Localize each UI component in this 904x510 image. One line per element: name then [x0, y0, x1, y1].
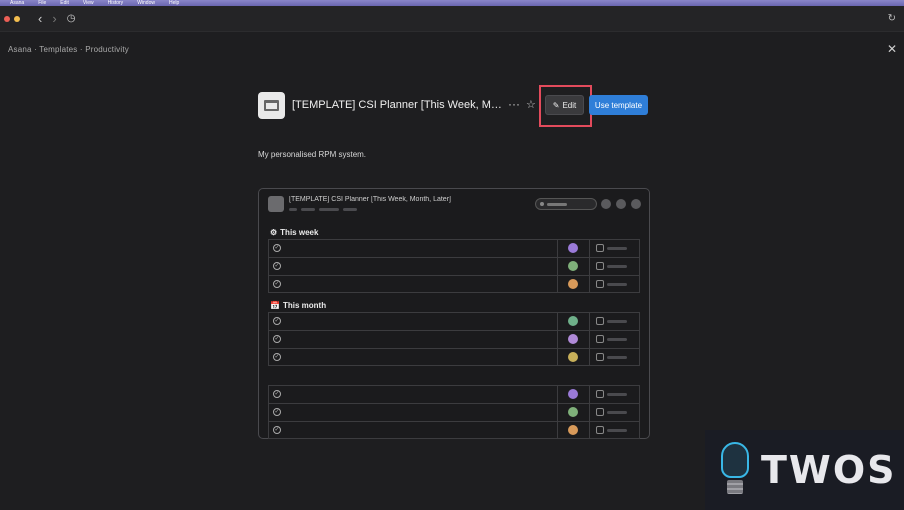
preview-avatar-icon — [631, 199, 641, 209]
watermark-text: TWOS — [761, 448, 897, 492]
close-window-button[interactable] — [4, 15, 10, 22]
breadcrumb: Asana · Templates · Productivity — [8, 45, 129, 54]
refresh-icon[interactable]: ↻ — [888, 13, 896, 24]
calendar-icon — [596, 317, 604, 325]
template-title: [TEMPLATE] CSI Planner [This Week, Month… — [292, 99, 504, 111]
titlebar: ‹ › ◷ ↻ — [0, 6, 904, 32]
task-row: ✓ — [268, 348, 640, 366]
preview-project-icon — [268, 196, 284, 212]
task-row: ✓ — [268, 385, 640, 403]
watermark-logo: TWOS — [705, 430, 904, 510]
check-circle-icon: ✓ — [273, 390, 281, 398]
section-rows-this-week: ✓ ✓ ✓ — [268, 239, 640, 293]
calendar-icon — [596, 280, 604, 288]
task-row: ✓ — [268, 421, 640, 439]
preview-tabs — [289, 208, 357, 211]
avatar — [568, 279, 578, 289]
avatar — [568, 352, 578, 362]
avatar — [568, 407, 578, 417]
section-header-this-week: ⚙ This week — [270, 228, 319, 237]
check-circle-icon: ✓ — [273, 317, 281, 325]
calendar-emoji-icon: 📅 — [270, 301, 280, 310]
check-circle-icon: ✓ — [273, 244, 281, 252]
avatar — [568, 243, 578, 253]
avatar — [568, 316, 578, 326]
avatar — [568, 261, 578, 271]
template-icon — [258, 92, 285, 119]
task-row: ✓ — [268, 239, 640, 257]
section-rows-later: ✓ ✓ ✓ — [268, 385, 640, 439]
calendar-icon — [596, 426, 604, 434]
avatar — [568, 425, 578, 435]
calendar-icon — [596, 262, 604, 270]
forward-arrow-icon[interactable]: › — [52, 11, 56, 26]
preview-search-input — [535, 198, 597, 210]
task-row: ✓ — [268, 403, 640, 421]
back-arrow-icon[interactable]: ‹ — [38, 11, 42, 26]
avatar — [568, 334, 578, 344]
check-circle-icon: ✓ — [273, 262, 281, 270]
close-icon[interactable]: ✕ — [887, 42, 897, 56]
task-row: ✓ — [268, 330, 640, 348]
minimize-window-button[interactable] — [14, 15, 20, 22]
template-preview-card: [TEMPLATE] CSI Planner [This Week, Month… — [258, 188, 650, 439]
calendar-icon — [596, 335, 604, 343]
calendar-icon — [596, 408, 604, 416]
check-circle-icon: ✓ — [273, 280, 281, 288]
lightbulb-icon — [715, 440, 755, 500]
star-icon[interactable]: ☆ — [526, 98, 536, 111]
edit-button[interactable]: ✎ Edit — [545, 95, 584, 115]
template-description: My personalised RPM system. — [258, 150, 367, 159]
more-options-icon[interactable]: ··· — [508, 97, 520, 111]
gear-icon: ⚙ — [270, 228, 278, 237]
task-row: ✓ — [268, 257, 640, 275]
history-clock-icon[interactable]: ◷ — [67, 13, 76, 24]
check-circle-icon: ✓ — [273, 335, 281, 343]
preview-title: [TEMPLATE] CSI Planner [This Week, Month… — [289, 196, 451, 203]
task-row: ✓ — [268, 275, 640, 293]
check-circle-icon: ✓ — [273, 426, 281, 434]
preview-avatar-icon — [616, 199, 626, 209]
preview-avatar-icon — [601, 199, 611, 209]
app-window: Asana File Edit View History Window Help… — [0, 0, 904, 510]
task-row: ✓ — [268, 312, 640, 330]
calendar-icon — [596, 390, 604, 398]
check-circle-icon: ✓ — [273, 408, 281, 416]
check-circle-icon: ✓ — [273, 353, 281, 361]
edit-button-label: Edit — [562, 100, 577, 110]
calendar-icon — [596, 353, 604, 361]
pencil-icon: ✎ — [552, 100, 560, 110]
use-template-button[interactable]: Use template — [589, 95, 648, 115]
section-header-this-month: 📅 This month — [270, 301, 327, 310]
section-rows-this-month: ✓ ✓ ✓ — [268, 312, 640, 366]
calendar-icon — [596, 244, 604, 252]
avatar — [568, 389, 578, 399]
